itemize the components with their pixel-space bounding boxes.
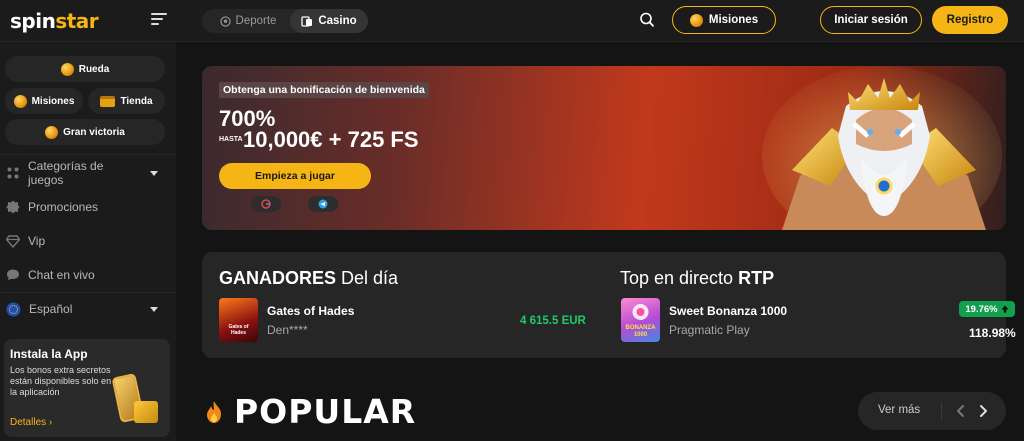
missions-label: Misiones xyxy=(708,14,759,26)
logo-accent: star xyxy=(55,9,99,33)
login-button[interactable]: Iniciar sesión xyxy=(820,6,922,34)
banner-hasta: HASTA xyxy=(219,136,243,143)
google-signin-button[interactable] xyxy=(251,196,281,212)
chevron-left-icon[interactable] xyxy=(953,403,969,419)
sidebar-quick-label: Rueda xyxy=(78,63,110,75)
top-header: spinstar Deporte Casino Misiones Iniciar… xyxy=(0,0,1024,42)
tab-deporte-label: Deporte xyxy=(235,15,277,27)
winners-panel: GANADORES Del día Gates of Hades Gates o… xyxy=(202,252,1016,358)
winner-game-name[interactable]: Gates of Hades xyxy=(267,304,354,318)
sidebar-quick-gran-victoria[interactable]: Gran victoria xyxy=(5,119,165,145)
banner-tag: Obtenga una bonificación de bienvenida xyxy=(219,82,429,98)
chest-icon xyxy=(100,95,116,107)
divider xyxy=(0,154,176,155)
popular-title: POPULAR xyxy=(234,392,417,431)
register-button[interactable]: Registro xyxy=(932,6,1008,34)
rtp-change-badge: 19.76% xyxy=(959,301,1015,317)
thumb-label: BONANZA 1000 xyxy=(625,325,656,338)
sidebar-item-chat[interactable]: Chat en vivo xyxy=(6,263,170,287)
chat-icon xyxy=(7,269,19,281)
install-app-details-link[interactable]: Detalles › xyxy=(10,417,52,428)
sidebar-quick-tienda[interactable]: Tienda xyxy=(88,88,165,114)
wheel-icon xyxy=(60,62,74,76)
telegram-icon xyxy=(318,199,328,209)
product-switch: Deporte Casino xyxy=(202,9,368,33)
chevron-right-icon[interactable] xyxy=(975,403,991,419)
rtp-provider: Pragmatic Play xyxy=(669,323,750,337)
rtp-title-bold: RTP xyxy=(738,268,775,288)
see-more-button[interactable]: Ver más xyxy=(878,404,920,416)
zeus-illustration xyxy=(762,66,1002,230)
sidebar-quick-rueda[interactable]: Rueda xyxy=(5,56,165,82)
soccer-ball-icon xyxy=(219,15,231,27)
arrow-up-icon xyxy=(1001,305,1009,313)
sidebar-item-vip[interactable]: Vip xyxy=(6,229,170,253)
welcome-banner[interactable]: Obtenga una bonificación de bienvenida 7… xyxy=(202,66,1006,230)
search-icon[interactable] xyxy=(638,11,656,29)
language-label: Español xyxy=(29,302,73,316)
coin-icon xyxy=(689,13,703,27)
google-icon xyxy=(261,199,271,209)
promotions-icon xyxy=(6,200,20,214)
sidebar-item-label: Categorías de juegos xyxy=(28,159,104,187)
sidebar-quick-label: Misiones xyxy=(31,95,75,107)
game-thumbnail[interactable]: Gates of Hades xyxy=(219,298,258,342)
rtp-game-name[interactable]: Sweet Bonanza 1000 xyxy=(669,304,787,318)
install-app-card[interactable]: Instala la App Los bonos extra secretos … xyxy=(4,339,170,437)
rtp-change: 19.76% xyxy=(965,303,998,315)
start-playing-button[interactable]: Empieza a jugar xyxy=(219,163,371,189)
logo[interactable]: spinstar xyxy=(10,9,99,33)
main-content: Obtenga una bonificación de bienvenida 7… xyxy=(176,42,1024,441)
trophy-coin-icon xyxy=(45,125,59,139)
rtp-value: 118.98% xyxy=(969,326,1016,340)
rtp-title: Top en directo RTP xyxy=(620,268,774,289)
sidebar: Rueda Misiones Tienda Gran victoria Cate… xyxy=(0,42,176,441)
eu-flag-icon xyxy=(6,302,21,316)
winner-amount: 4 615.5 EUR xyxy=(520,315,586,327)
categories-icon xyxy=(7,167,19,179)
gift-box-illustration xyxy=(134,401,158,423)
tab-deporte[interactable]: Deporte xyxy=(206,9,290,33)
rtp-title-rest: Top en directo xyxy=(620,268,739,288)
winners-title: GANADORES Del día xyxy=(219,268,398,289)
missions-button[interactable]: Misiones xyxy=(672,6,776,34)
winners-title-rest: Del día xyxy=(336,268,399,288)
winners-title-bold: GANADORES xyxy=(219,268,337,288)
casino-icon xyxy=(301,15,313,27)
sidebar-item-promociones[interactable]: Promociones xyxy=(6,195,170,219)
sidebar-item-label: Chat en vivo xyxy=(28,268,95,282)
menu-toggle-icon[interactable] xyxy=(151,13,167,29)
sidebar-item-label: Promociones xyxy=(28,200,99,214)
popular-heading: POPULAR xyxy=(204,392,416,431)
thumb-label: Gates of Hades xyxy=(228,324,249,336)
banner-amount: 10,000€ + 725 FS xyxy=(243,127,419,152)
telegram-signin-button[interactable] xyxy=(308,196,338,212)
coin-icon xyxy=(13,94,27,108)
install-app-desc: Los bonos extra secretos están disponibl… xyxy=(10,365,112,397)
install-app-title: Instala la App xyxy=(10,347,88,361)
sidebar-quick-label: Tienda xyxy=(120,95,153,107)
diamond-icon xyxy=(6,235,20,248)
winner-user: Den**** xyxy=(267,323,308,337)
sidebar-quick-label: Gran victoria xyxy=(63,126,125,138)
tab-casino[interactable]: Casino xyxy=(290,9,368,33)
sidebar-item-label: Vip xyxy=(28,234,46,248)
sidebar-item-categorias[interactable]: Categorías de juegos xyxy=(6,159,170,187)
sidebar-quick-misiones[interactable]: Misiones xyxy=(5,88,83,114)
game-thumbnail[interactable]: BONANZA 1000 xyxy=(621,298,660,342)
chevron-down-icon xyxy=(150,170,158,176)
chevron-down-icon xyxy=(150,306,158,312)
logo-main: spin xyxy=(10,9,56,33)
divider xyxy=(941,402,942,420)
language-selector[interactable]: Español xyxy=(6,297,170,321)
divider xyxy=(0,292,176,293)
see-more-control: Ver más xyxy=(858,392,1006,430)
flame-icon xyxy=(207,400,221,423)
tab-casino-label: Casino xyxy=(318,15,357,27)
